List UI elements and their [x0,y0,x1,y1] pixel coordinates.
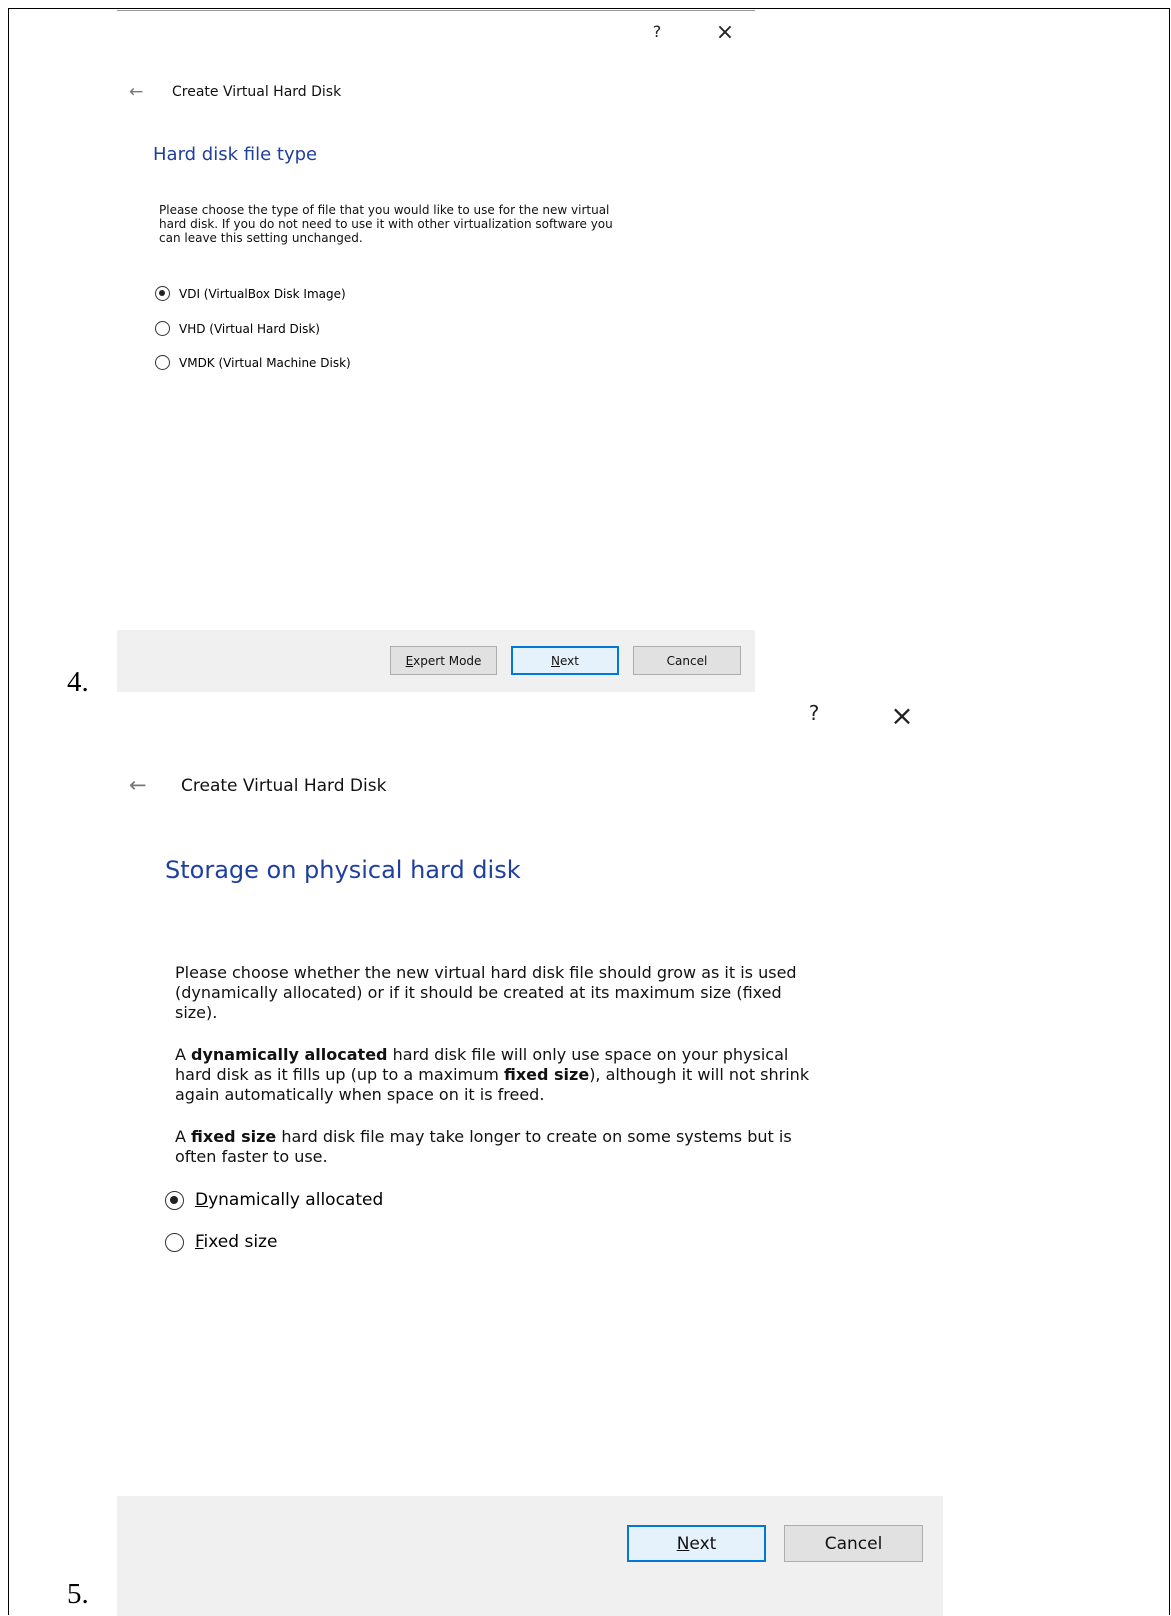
cancel-button[interactable]: Cancel [784,1525,923,1562]
dialog-title: Create Virtual Hard Disk [172,84,342,100]
radio-option-vhd[interactable]: VHD (Virtual Hard Disk) [155,321,320,336]
description-paragraph-1: Please choose whether the new virtual ha… [175,963,797,1022]
dialog-hard-disk-file-type: ? × ← Create Virtual Hard Disk Hard disk… [117,10,755,692]
page-heading: Hard disk file type [153,144,318,165]
step-number-5: 5. [67,1578,89,1610]
close-icon[interactable]: × [887,699,917,732]
description-paragraph-2: A dynamically allocated hard disk file w… [175,1045,810,1104]
back-arrow-icon[interactable]: ← [129,82,143,102]
description-text: Please choose the type of file that you … [159,203,613,245]
radio-label: Fixed size [195,1232,278,1252]
radio-label: Dynamically allocated [195,1190,384,1210]
dialog-storage-on-physical-hard-disk: ? × ← Create Virtual Hard Disk Storage o… [117,693,943,1616]
radio-button[interactable] [165,1232,184,1252]
step-number-4: 4. [67,666,89,698]
back-arrow-icon[interactable]: ← [129,773,147,797]
radio-option-dynamically-allocated[interactable]: Dynamically allocated [165,1190,383,1210]
radio-label: VMDK (Virtual Machine Disk) [179,355,351,370]
page-heading: Storage on physical hard disk [165,856,521,884]
radio-option-vdi[interactable]: VDI (VirtualBox Disk Image) [155,286,346,301]
help-icon[interactable]: ? [647,22,667,41]
expert-mode-button[interactable]: Expert Mode [390,646,497,675]
cancel-button[interactable]: Cancel [633,646,741,675]
radio-button-checked[interactable] [155,286,170,301]
radio-button[interactable] [155,355,170,370]
help-icon[interactable]: ? [802,701,826,725]
close-icon[interactable]: × [713,20,737,45]
radio-button-checked[interactable] [165,1190,184,1210]
radio-option-vmdk[interactable]: VMDK (Virtual Machine Disk) [155,355,351,370]
radio-label: VDI (VirtualBox Disk Image) [179,286,346,301]
description-paragraph-3: A fixed size hard disk file may take lon… [175,1127,792,1166]
dialog-top-border [117,10,755,11]
radio-option-fixed-size[interactable]: Fixed size [165,1232,277,1252]
next-button[interactable]: Next [627,1525,766,1562]
radio-button[interactable] [155,321,170,336]
next-button[interactable]: Next [511,646,619,675]
radio-label: VHD (Virtual Hard Disk) [179,321,320,336]
dialog-title: Create Virtual Hard Disk [181,776,387,796]
